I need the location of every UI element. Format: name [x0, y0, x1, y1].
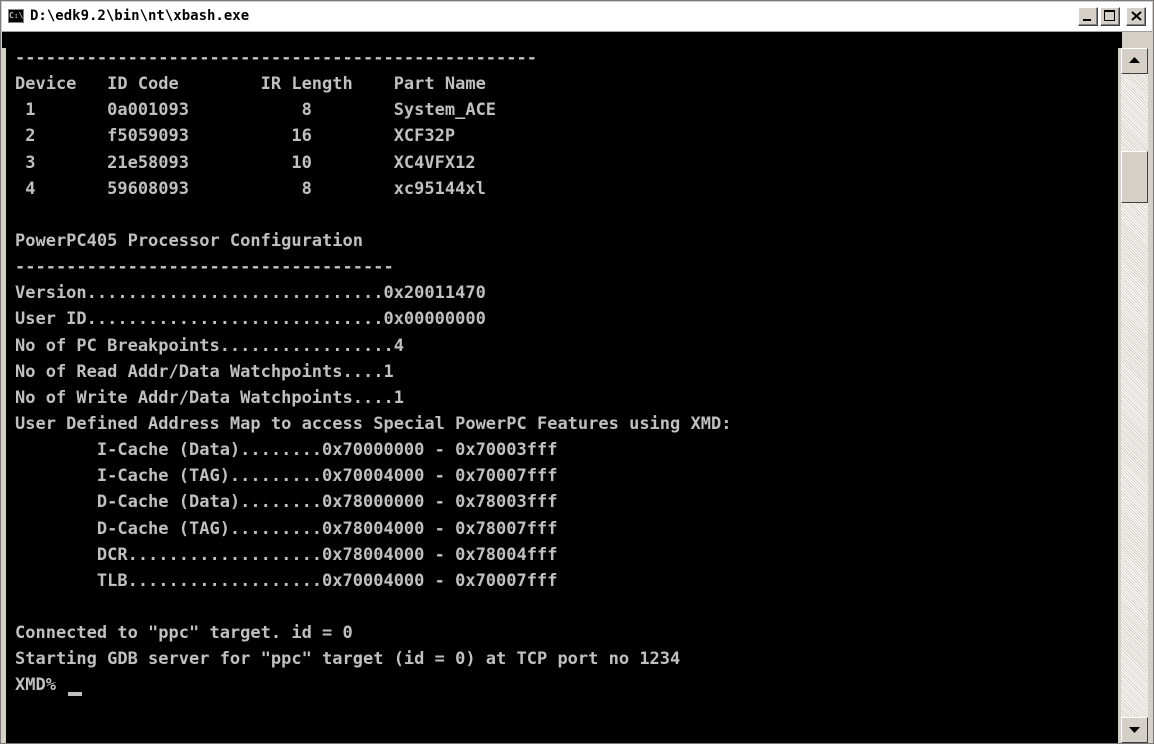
vertical-scrollbar[interactable] [1121, 48, 1148, 743]
console-line: DCR...................0x78004000 - 0x780… [15, 544, 558, 565]
console-line: No of Read Addr/Data Watchpoints....1 [15, 361, 394, 382]
console-line: Starting GDB server for "ppc" target (id… [15, 649, 681, 670]
console-line: User Defined Address Map to access Speci… [15, 413, 732, 434]
console-line: ----------------------------------------… [15, 48, 537, 68]
console-line: User ID.............................0x00… [15, 309, 486, 330]
close-icon [1131, 11, 1142, 21]
close-button[interactable] [1126, 7, 1146, 26]
scrollbar-thumb[interactable] [1121, 151, 1148, 203]
console-line: D-Cache (TAG).........0x78004000 - 0x780… [15, 518, 558, 539]
console-lines: ----------------------------------------… [15, 48, 731, 702]
window-title: D:\edk9.2\bin\nt\xbash.exe [30, 8, 250, 24]
console-output[interactable]: ----------------------------------------… [6, 48, 1118, 743]
console-line: TLB...................0x70004000 - 0x700… [15, 570, 558, 591]
console-line: PowerPC405 Processor Configuration [15, 230, 363, 251]
console-line: D-Cache (Data)........0x78000000 - 0x780… [15, 492, 558, 513]
console-line: I-Cache (TAG).........0x70004000 - 0x700… [15, 466, 558, 487]
maximize-button[interactable] [1100, 7, 1120, 26]
console-top-margin [2, 32, 1122, 48]
console-line: 2 f5059093 16 XCF32P [15, 126, 456, 147]
console-line: 1 0a001093 8 System_ACE [15, 100, 497, 121]
command-prompt: XMD% [15, 675, 67, 696]
console-line: No of Write Addr/Data Watchpoints....1 [15, 387, 404, 408]
console-line: Version.............................0x20… [15, 283, 486, 304]
title-bar[interactable]: C:\ D:\edk9.2\bin\nt\xbash.exe [2, 2, 1152, 32]
scroll-up-button[interactable] [1121, 48, 1148, 74]
console-line: 3 21e58093 10 XC4VFX12 [15, 152, 476, 173]
console-line: No of PC Breakpoints.................4 [15, 335, 404, 356]
console-line: Device ID Code IR Length Part Name [15, 74, 486, 95]
console-window: C:\ D:\edk9.2\bin\nt\xbash.exe ---------… [0, 0, 1154, 744]
arrow-up-icon [1129, 57, 1140, 63]
arrow-down-icon [1129, 727, 1140, 733]
console-line: Connected to "ppc" target. id = 0 [15, 623, 353, 644]
minimize-button[interactable] [1078, 7, 1098, 26]
text-cursor [68, 692, 83, 697]
scroll-down-button[interactable] [1121, 717, 1148, 743]
console-line: 4 59608093 8 xc95144xl [15, 178, 486, 199]
console-line: I-Cache (Data)........0x70000000 - 0x700… [15, 440, 558, 461]
command-prompt-line[interactable]: XMD% [15, 675, 731, 701]
console-line: ------------------------------------- [15, 257, 394, 278]
console-app-icon[interactable]: C:\ [8, 9, 24, 23]
